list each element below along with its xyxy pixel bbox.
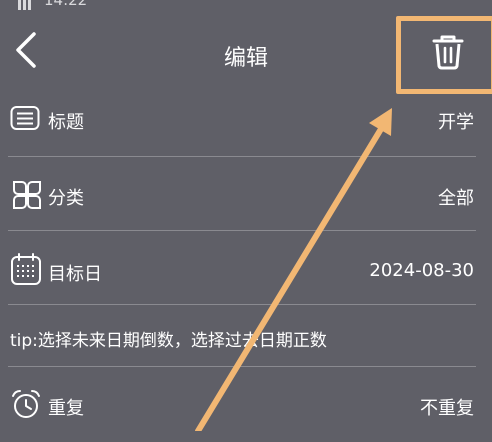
status-bar: 14:22 — [0, 0, 492, 10]
row-repeat[interactable]: 重复 不重复 — [0, 372, 492, 442]
list-icon — [10, 106, 40, 130]
row-target-date[interactable]: 目标日 2024-08-30 — [0, 234, 492, 304]
alarm-clock-icon — [12, 390, 40, 418]
date-tip-text: tip:选择未来日期倒数，选择过去日期正数 — [10, 331, 327, 351]
annotation-highlight-box — [396, 16, 492, 94]
row-label: 分类 — [48, 188, 84, 209]
row-title[interactable]: 标题 开学 — [0, 86, 492, 156]
row-label: 目标日 — [48, 264, 102, 285]
row-value: 不重复 — [420, 398, 474, 419]
row-label: 标题 — [48, 112, 84, 133]
row-label: 重复 — [48, 398, 84, 419]
status-time: 14:22 — [44, 0, 88, 9]
divider — [8, 304, 476, 305]
category-grid-icon — [13, 181, 41, 209]
divider — [8, 230, 476, 231]
divider — [8, 366, 476, 367]
row-value: 开学 — [438, 112, 474, 133]
row-category[interactable]: 分类 全部 — [0, 158, 492, 228]
row-value: 全部 — [438, 188, 474, 209]
signal-icon — [18, 0, 31, 10]
calendar-icon — [11, 253, 41, 285]
row-value: 2024-08-30 — [369, 260, 474, 281]
divider — [8, 156, 476, 157]
